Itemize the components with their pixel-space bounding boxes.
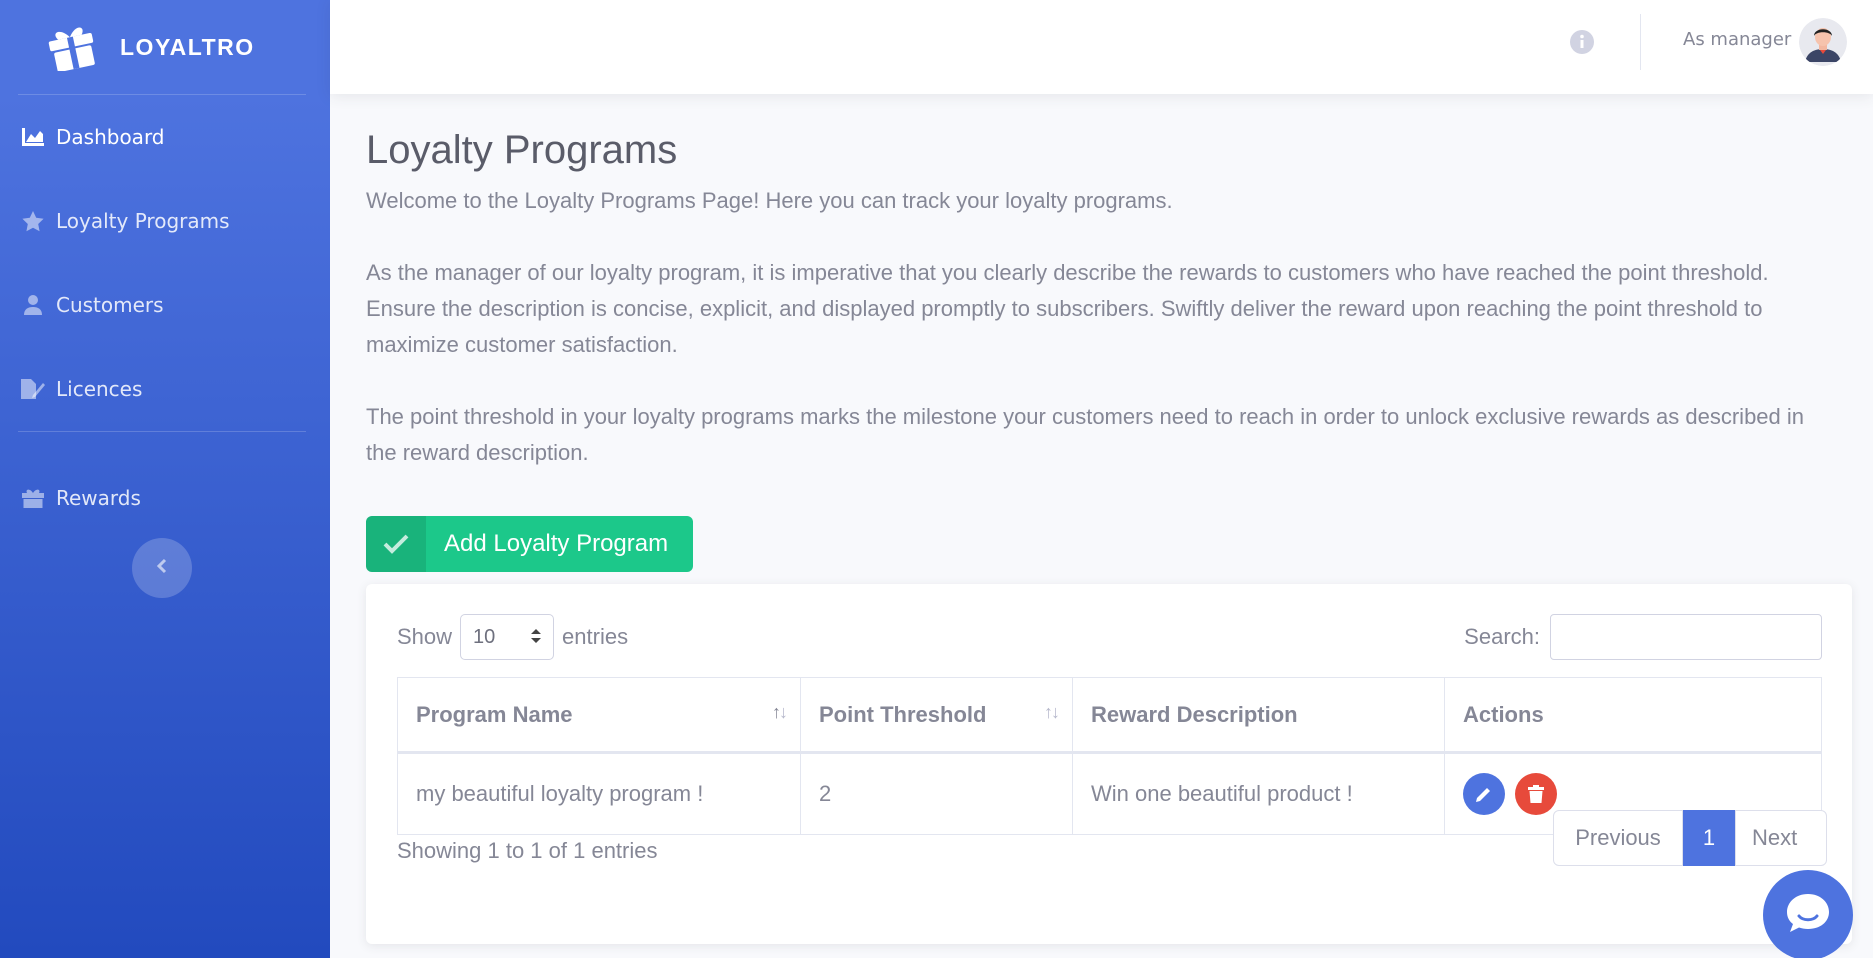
sidebar: LOYALTRO Dashboard Loyalty Programs Cust…: [0, 0, 330, 958]
sidebar-item-label: Dashboard: [56, 125, 165, 149]
point-threshold-text: The point threshold in your loyalty prog…: [366, 404, 1805, 465]
delete-button[interactable]: [1515, 773, 1558, 815]
sort-icon: ↑↓: [772, 702, 788, 722]
sidebar-item-label: Rewards: [56, 486, 141, 510]
show-label: Show: [397, 624, 453, 649]
search-input[interactable]: [1550, 614, 1822, 660]
sidebar-item-label: Customers: [56, 293, 164, 317]
avatar[interactable]: [1799, 18, 1847, 66]
cell-program-name: my beautiful loyalty program !: [397, 752, 801, 835]
topbar: As manager: [330, 0, 1873, 94]
intro-text: Welcome to the Loyalty Programs Page! He…: [366, 188, 1173, 213]
sort-icon: ↑↓: [1044, 702, 1060, 722]
sort-updown-icon: [531, 626, 542, 649]
pagination: Previous 1 Next: [1553, 810, 1827, 866]
search-label: Search:: [1464, 624, 1540, 649]
sidebar-item-label: Licences: [56, 377, 143, 401]
brand[interactable]: LOYALTRO: [0, 0, 330, 94]
chat-icon: [1785, 892, 1831, 938]
file-signature-icon: [20, 378, 46, 400]
chat-widget-button[interactable]: [1763, 870, 1853, 958]
column-header-point-threshold[interactable]: Point Threshold ↑↓: [800, 677, 1073, 754]
sidebar-item-customers[interactable]: Customers: [0, 263, 330, 347]
page-size-select[interactable]: 10: [460, 614, 555, 660]
column-label: Point Threshold: [819, 701, 987, 727]
page-title: Loyalty Programs: [366, 128, 678, 172]
column-header-reward-description: Reward Description: [1072, 677, 1445, 754]
chevron-left-icon: [156, 558, 168, 578]
manager-instructions-text: As the manager of our loyalty program, i…: [366, 260, 1769, 357]
page-size-control: Show 10 entries: [397, 614, 628, 660]
user-icon: [20, 294, 46, 316]
gift-icon: [44, 22, 100, 72]
entries-label: entries: [562, 624, 629, 649]
brand-name: LOYALTRO: [120, 33, 255, 60]
add-loyalty-program-button[interactable]: Add Loyalty Program: [366, 516, 693, 572]
user-role-label[interactable]: As manager: [1683, 29, 1791, 50]
column-header-program-name[interactable]: Program Name ↑↓: [397, 677, 801, 754]
sidebar-divider: [18, 431, 306, 432]
chart-area-icon: [20, 126, 46, 148]
table-search: Search:: [1464, 614, 1822, 660]
pagination-next[interactable]: Next: [1735, 810, 1827, 866]
sidebar-item-licences[interactable]: Licences: [0, 347, 330, 431]
pencil-icon: [1476, 788, 1490, 802]
check-icon: [366, 516, 426, 572]
column-header-actions: Actions: [1444, 677, 1822, 754]
table-info: Showing 1 to 1 of 1 entries: [397, 838, 658, 863]
star-icon: [20, 210, 46, 232]
topbar-divider: [1640, 14, 1641, 70]
column-label: Program Name: [416, 701, 573, 727]
pagination-previous[interactable]: Previous: [1553, 810, 1683, 866]
page-size-value: 10: [473, 625, 496, 648]
sidebar-item-rewards[interactable]: Rewards: [0, 456, 330, 540]
programs-table-card: Show 10 entries Search: Program Name ↑↓: [366, 584, 1852, 944]
cell-reward-description: Win one beautiful product !: [1072, 752, 1445, 835]
column-label: Actions: [1463, 701, 1544, 727]
column-label: Reward Description: [1091, 701, 1298, 727]
pagination-page-1[interactable]: 1: [1683, 810, 1735, 866]
edit-button[interactable]: [1463, 773, 1505, 815]
main-content: Loyalty Programs Welcome to the Loyalty …: [366, 94, 1852, 944]
info-icon[interactable]: [1570, 30, 1594, 54]
sidebar-item-loyalty-programs[interactable]: Loyalty Programs: [0, 179, 330, 263]
add-button-label: Add Loyalty Program: [444, 530, 669, 557]
sidebar-toggle-button[interactable]: [132, 538, 192, 598]
table-header-row: Program Name ↑↓ Point Threshold ↑↓ Rewar…: [397, 677, 1822, 754]
trash-icon: [1528, 785, 1545, 803]
sidebar-item-dashboard[interactable]: Dashboard: [0, 95, 330, 179]
gift-icon: [20, 487, 46, 509]
cell-point-threshold: 2: [800, 752, 1073, 835]
sidebar-item-label: Loyalty Programs: [56, 209, 230, 233]
